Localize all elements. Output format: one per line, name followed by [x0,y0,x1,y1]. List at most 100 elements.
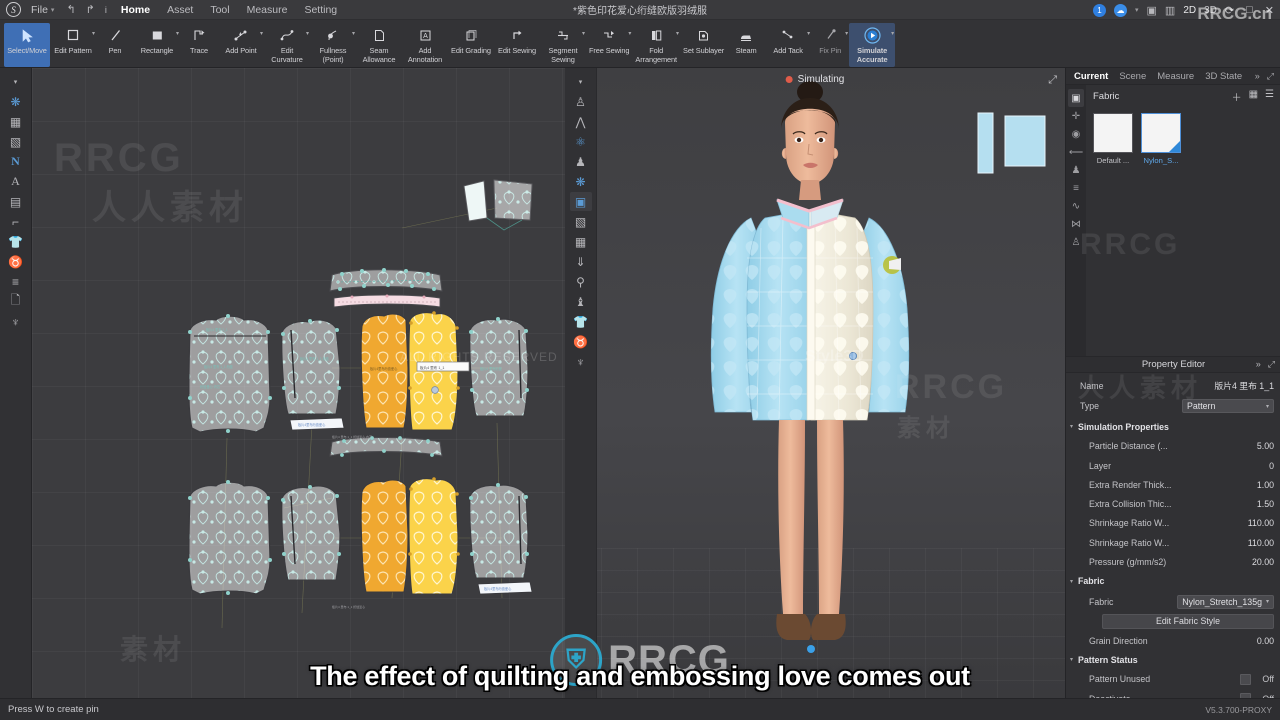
fill-icon[interactable]: ▧ [5,132,27,151]
menu-tab-tool[interactable]: Tool [210,4,229,16]
expand-icon[interactable]: ⤢ [1048,74,1057,87]
skeleton-icon[interactable]: ⚛ [570,132,592,151]
tool-trace[interactable]: Trace [180,23,218,67]
group-simulation-properties[interactable]: ▾ Simulation Properties [1066,417,1280,436]
chevron-down-icon[interactable]: ▾ [582,30,585,37]
move-icon[interactable]: ✛ [1068,107,1084,125]
surface-icon[interactable]: ▣ [569,192,592,211]
shirt-icon[interactable]: ♉ [570,332,592,351]
expand-icon[interactable]: ⤢ [1268,359,1275,370]
type-select[interactable]: Pattern ▾ [1182,399,1274,414]
chevron-down-icon[interactable]: ▾ [891,30,894,37]
tool-segment-sewing[interactable]: ▾ Segment Sewing [540,23,586,67]
tool-fix-pin[interactable]: ▾ Fix Pin [811,23,849,67]
tool-free-sewing[interactable]: ▾ Free Sewing [586,23,632,67]
property-row-particle-distance[interactable]: Particle Distance (... 5.00 [1066,437,1280,456]
mannequin-icon[interactable]: ♙ [1068,233,1084,251]
tool-select-move[interactable]: Select/Move [4,23,50,67]
tool-edit-sewing[interactable]: Edit Sewing [494,23,540,67]
tool-fold-arrangement[interactable]: ▾ Fold Arrangement [632,23,680,67]
property-row-shrinkage-warp[interactable]: Shrinkage Ratio W... 110.00 [1066,533,1280,552]
tool-fullness-point[interactable]: ▾ Fullness (Point) [310,23,356,67]
cloud-icon[interactable]: ☁ [1113,3,1127,17]
tool-edit-curvature[interactable]: ▾ Edit Curvature [264,23,310,67]
list-view-icon[interactable]: ☰ [1265,89,1274,104]
tool-edit-pattern[interactable]: ▾ Edit Pattern [50,23,96,67]
chevron-right-icon[interactable]: » [1256,359,1261,370]
tool-steam[interactable]: Steam [727,23,765,67]
chevron-down-icon[interactable]: ▾ [1135,6,1139,14]
mannequin-icon[interactable]: ♟ [570,152,592,171]
menu-tab-home[interactable]: Home [121,4,150,16]
tool-rectangle[interactable]: ▾ Rectangle [134,23,180,67]
chevron-down-icon[interactable]: ▾ [807,30,810,37]
chevron-down-icon[interactable]: ▾ [628,30,631,37]
chevron-down-icon[interactable]: ▾ [570,72,592,91]
grid-view-icon[interactable]: ▦ [1249,89,1258,104]
menu-tab-setting[interactable]: Setting [304,4,337,16]
chevron-down-icon[interactable]: ▾ [352,30,355,37]
fill-icon[interactable]: ▧ [570,212,592,231]
close-icon[interactable]: ✕ [1265,4,1274,17]
arrow-left-icon[interactable]: ⟵ [1068,143,1084,161]
panel-layout-icon[interactable]: ▣ [1147,4,1157,17]
chevron-down-icon[interactable]: ▾ [176,30,179,37]
garment-icon[interactable]: 👕 [5,232,27,251]
stitch-icon[interactable]: ≡ [5,272,27,291]
tool-edit-grading[interactable]: Edit Grading [448,23,494,67]
add-icon[interactable]: ＋ [1232,89,1242,104]
text-icon[interactable]: A [5,172,27,191]
property-row-pattern-unused[interactable]: Pattern Unused Off [1066,670,1280,689]
pattern-unused-checkbox[interactable] [1240,673,1251,685]
group-fabric[interactable]: ▾ Fabric [1066,572,1280,591]
redo-icon[interactable]: ↱ [86,3,95,16]
tool-simulate-accurate[interactable]: ▾ Simulate Accurate [849,23,896,67]
chevron-down-icon[interactable]: ▾ [306,30,309,37]
garment-icon[interactable]: 👕 [570,312,592,331]
texture-icon[interactable]: ▤ [5,192,27,211]
chevron-down-icon[interactable]: ▾ [676,30,679,37]
property-row-shrinkage-weft[interactable]: Shrinkage Ratio W... 110.00 [1066,514,1280,533]
chevron-down-icon[interactable]: ▾ [845,30,848,37]
measure-icon[interactable]: ≡ [1068,179,1084,197]
chevron-right-icon[interactable]: » [1255,71,1260,82]
view-3d-button[interactable]: 3D [1204,5,1217,16]
menu-file[interactable]: File ▾ [31,4,54,16]
page-icon[interactable]: 🗋 [5,292,27,311]
chevron-down-icon[interactable]: ▾ [260,30,263,37]
property-row-extra-render-thickness[interactable]: Extra Render Thick... 1.00 [1066,475,1280,494]
angle-icon[interactable]: ⌐ [5,212,27,231]
property-row-grain-direction[interactable]: Grain Direction 0.00 [1066,631,1280,650]
snowflake-icon[interactable]: ❋ [5,92,27,111]
wave-icon[interactable]: ∿ [1068,197,1084,215]
pattern-2d-canvas[interactable]: 板片4 里布 1_1 板片4 里布 1_1 绗缝 绗缝爱心 内芯 板片4 里布 … [32,68,565,698]
pose-icon[interactable]: ⋀ [570,112,592,131]
tab-current[interactable]: Current [1074,71,1108,82]
property-row-extra-collision-thickness[interactable]: Extra Collision Thic... 1.50 [1066,494,1280,513]
material-icon[interactable]: ◉ [1068,125,1084,143]
fabric-swatch-nylon[interactable]: Nylon_S... [1141,113,1181,165]
snowflake-icon[interactable]: ❋ [570,172,592,191]
menu-tab-asset[interactable]: Asset [167,4,193,16]
property-row-pressure[interactable]: Pressure (g/mm/s2) 20.00 [1066,552,1280,571]
tool-add-annotation[interactable]: A Add Annotation [402,23,448,67]
grid-icon[interactable]: ▦ [570,232,592,251]
gravity-icon[interactable]: ⇓ [570,252,592,271]
tool-add-point[interactable]: ▾ Add Point [218,23,264,67]
undo-icon[interactable]: ↰ [66,3,75,16]
fabric-swatch-default[interactable]: Default ... [1093,113,1133,165]
property-row-deactivate[interactable]: Deactivate Off [1066,689,1280,698]
normal-map-icon[interactable]: N [5,152,27,171]
fabric-select[interactable]: Nylon_Stretch_135g ▾ [1177,594,1274,609]
jacket-icon[interactable]: ♆ [570,352,592,371]
property-row-layer[interactable]: Layer 0 [1066,456,1280,475]
tool-set-sublayer[interactable]: Set Sublayer [680,23,727,67]
avatar-icon[interactable]: ♙ [570,92,592,111]
edit-fabric-style-button[interactable]: Edit Fabric Style [1102,613,1274,629]
tool-add-tack[interactable]: ▾ Add Tack [765,23,811,67]
grid-icon[interactable]: ▦ [5,112,27,131]
group-pattern-status[interactable]: ▾ Pattern Status [1066,650,1280,669]
info-icon[interactable]: i [105,5,107,15]
view-2d-button[interactable]: 2D [1183,5,1196,16]
tab-3d-state[interactable]: 3D State [1205,71,1242,82]
